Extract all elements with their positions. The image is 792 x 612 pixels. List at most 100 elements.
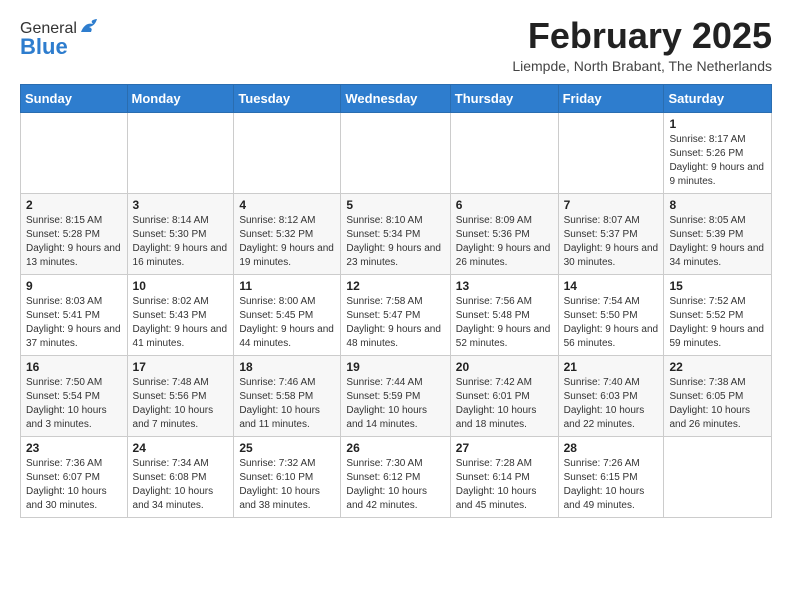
calendar-cell: 7 Sunrise: 8:07 AM Sunset: 5:37 PM Daylig… xyxy=(558,193,664,274)
day-number: 23 xyxy=(26,441,122,455)
calendar-cell: 16 Sunrise: 7:50 AM Sunset: 5:54 PM Dayli… xyxy=(21,355,128,436)
calendar-cell: 18 Sunrise: 7:46 AM Sunset: 5:58 PM Dayli… xyxy=(234,355,341,436)
day-number: 16 xyxy=(26,360,122,374)
day-number: 8 xyxy=(669,198,766,212)
logo-blue-text: Blue xyxy=(20,34,68,60)
calendar-cell: 3 Sunrise: 8:14 AM Sunset: 5:30 PM Daylig… xyxy=(127,193,234,274)
day-header-monday: Monday xyxy=(127,84,234,112)
day-info: Sunrise: 8:05 AM Sunset: 5:39 PM Dayligh… xyxy=(669,214,766,270)
calendar-cell: 17 Sunrise: 7:48 AM Sunset: 5:56 PM Dayli… xyxy=(127,355,234,436)
calendar-cell: 15Sunrise: 7:52 AM Sunset: 5:52 PM Dayli… xyxy=(664,274,772,355)
day-info: Sunrise: 8:15 AM Sunset: 5:28 PM Dayligh… xyxy=(26,214,122,270)
calendar-cell: 11 Sunrise: 8:00 AM Sunset: 5:45 PM Dayli… xyxy=(234,274,341,355)
day-info: Sunrise: 7:42 AM Sunset: 6:01 PM Dayligh… xyxy=(456,376,553,432)
day-info: Sunrise: 7:54 AM Sunset: 5:50 PM Dayligh… xyxy=(564,295,659,351)
day-number: 7 xyxy=(564,198,659,212)
day-number: 4 xyxy=(239,198,335,212)
day-number: 14 xyxy=(564,279,659,293)
page: General Blue February 2025 Liempde, Nort… xyxy=(0,0,792,534)
day-number: 11 xyxy=(239,279,335,293)
day-header-friday: Friday xyxy=(558,84,664,112)
logo: General Blue xyxy=(20,20,101,60)
day-number: 13 xyxy=(456,279,553,293)
day-info: Sunrise: 8:12 AM Sunset: 5:32 PM Dayligh… xyxy=(239,214,335,270)
day-number: 5 xyxy=(346,198,444,212)
day-info: Sunrise: 8:03 AM Sunset: 5:41 PM Dayligh… xyxy=(26,295,122,351)
location: Liempde, North Brabant, The Netherlands xyxy=(512,58,772,74)
day-header-thursday: Thursday xyxy=(450,84,558,112)
calendar-cell: 9 Sunrise: 8:03 AM Sunset: 5:41 PM Daylig… xyxy=(21,274,128,355)
day-info: Sunrise: 8:00 AM Sunset: 5:45 PM Dayligh… xyxy=(239,295,335,351)
calendar-cell: 25 Sunrise: 7:32 AM Sunset: 6:10 PM Dayli… xyxy=(234,436,341,517)
day-number: 28 xyxy=(564,441,659,455)
day-number: 9 xyxy=(26,279,122,293)
day-info: Sunrise: 8:09 AM Sunset: 5:36 PM Dayligh… xyxy=(456,214,553,270)
month-title: February 2025 xyxy=(512,16,772,56)
day-info: Sunrise: 7:48 AM Sunset: 5:56 PM Dayligh… xyxy=(133,376,229,432)
calendar-cell: 10 Sunrise: 8:02 AM Sunset: 5:43 PM Dayli… xyxy=(127,274,234,355)
day-number: 18 xyxy=(239,360,335,374)
day-info: Sunrise: 7:52 AM Sunset: 5:52 PM Dayligh… xyxy=(669,295,766,351)
day-info: Sunrise: 7:44 AM Sunset: 5:59 PM Dayligh… xyxy=(346,376,444,432)
day-number: 6 xyxy=(456,198,553,212)
calendar-cell: 4 Sunrise: 8:12 AM Sunset: 5:32 PM Daylig… xyxy=(234,193,341,274)
day-header-sunday: Sunday xyxy=(21,84,128,112)
calendar-cell xyxy=(450,112,558,193)
day-info: Sunrise: 8:17 AM Sunset: 5:26 PM Dayligh… xyxy=(669,133,766,189)
calendar-cell: 22Sunrise: 7:38 AM Sunset: 6:05 PM Dayli… xyxy=(664,355,772,436)
day-info: Sunrise: 8:02 AM Sunset: 5:43 PM Dayligh… xyxy=(133,295,229,351)
day-info: Sunrise: 7:58 AM Sunset: 5:47 PM Dayligh… xyxy=(346,295,444,351)
day-number: 17 xyxy=(133,360,229,374)
day-number: 24 xyxy=(133,441,229,455)
calendar-cell: 14 Sunrise: 7:54 AM Sunset: 5:50 PM Dayli… xyxy=(558,274,664,355)
day-info: Sunrise: 8:10 AM Sunset: 5:34 PM Dayligh… xyxy=(346,214,444,270)
calendar-week-row: 9 Sunrise: 8:03 AM Sunset: 5:41 PM Daylig… xyxy=(21,274,772,355)
calendar-cell xyxy=(21,112,128,193)
day-number: 19 xyxy=(346,360,444,374)
calendar-cell: 27 Sunrise: 7:28 AM Sunset: 6:14 PM Dayli… xyxy=(450,436,558,517)
day-info: Sunrise: 7:26 AM Sunset: 6:15 PM Dayligh… xyxy=(564,457,659,513)
day-info: Sunrise: 7:50 AM Sunset: 5:54 PM Dayligh… xyxy=(26,376,122,432)
day-info: Sunrise: 7:40 AM Sunset: 6:03 PM Dayligh… xyxy=(564,376,659,432)
calendar-cell: 6 Sunrise: 8:09 AM Sunset: 5:36 PM Daylig… xyxy=(450,193,558,274)
title-section: February 2025 Liempde, North Brabant, Th… xyxy=(512,16,772,74)
calendar-week-row: 2 Sunrise: 8:15 AM Sunset: 5:28 PM Daylig… xyxy=(21,193,772,274)
calendar-week-row: 16 Sunrise: 7:50 AM Sunset: 5:54 PM Dayli… xyxy=(21,355,772,436)
calendar-cell xyxy=(127,112,234,193)
day-number: 20 xyxy=(456,360,553,374)
calendar-cell: 12 Sunrise: 7:58 AM Sunset: 5:47 PM Dayli… xyxy=(341,274,450,355)
day-number: 3 xyxy=(133,198,229,212)
day-number: 1 xyxy=(669,117,766,131)
day-header-wednesday: Wednesday xyxy=(341,84,450,112)
calendar-cell: 5 Sunrise: 8:10 AM Sunset: 5:34 PM Daylig… xyxy=(341,193,450,274)
calendar-cell: 19 Sunrise: 7:44 AM Sunset: 5:59 PM Dayli… xyxy=(341,355,450,436)
day-number: 25 xyxy=(239,441,335,455)
day-info: Sunrise: 7:36 AM Sunset: 6:07 PM Dayligh… xyxy=(26,457,122,513)
day-number: 12 xyxy=(346,279,444,293)
day-info: Sunrise: 7:30 AM Sunset: 6:12 PM Dayligh… xyxy=(346,457,444,513)
calendar-cell: 13 Sunrise: 7:56 AM Sunset: 5:48 PM Dayli… xyxy=(450,274,558,355)
day-info: Sunrise: 7:34 AM Sunset: 6:08 PM Dayligh… xyxy=(133,457,229,513)
day-number: 2 xyxy=(26,198,122,212)
day-number: 27 xyxy=(456,441,553,455)
day-number: 21 xyxy=(564,360,659,374)
calendar-cell: 24 Sunrise: 7:34 AM Sunset: 6:08 PM Dayli… xyxy=(127,436,234,517)
calendar-cell: 26Sunrise: 7:30 AM Sunset: 6:12 PM Dayli… xyxy=(341,436,450,517)
calendar-cell xyxy=(341,112,450,193)
calendar-header-row: SundayMondayTuesdayWednesdayThursdayFrid… xyxy=(21,84,772,112)
day-info: Sunrise: 7:56 AM Sunset: 5:48 PM Dayligh… xyxy=(456,295,553,351)
calendar-cell: 8 Sunrise: 8:05 AM Sunset: 5:39 PM Daylig… xyxy=(664,193,772,274)
logo-bird-icon xyxy=(79,18,101,36)
day-info: Sunrise: 7:28 AM Sunset: 6:14 PM Dayligh… xyxy=(456,457,553,513)
day-info: Sunrise: 8:14 AM Sunset: 5:30 PM Dayligh… xyxy=(133,214,229,270)
calendar-cell: 28 Sunrise: 7:26 AM Sunset: 6:15 PM Dayli… xyxy=(558,436,664,517)
day-info: Sunrise: 7:46 AM Sunset: 5:58 PM Dayligh… xyxy=(239,376,335,432)
calendar-cell xyxy=(664,436,772,517)
calendar-cell: 1 Sunrise: 8:17 AM Sunset: 5:26 PM Daylig… xyxy=(664,112,772,193)
day-number: 10 xyxy=(133,279,229,293)
calendar: SundayMondayTuesdayWednesdayThursdayFrid… xyxy=(20,84,772,518)
calendar-cell xyxy=(234,112,341,193)
calendar-cell: 21 Sunrise: 7:40 AM Sunset: 6:03 PM Dayli… xyxy=(558,355,664,436)
day-info: Sunrise: 8:07 AM Sunset: 5:37 PM Dayligh… xyxy=(564,214,659,270)
day-info: Sunrise: 7:32 AM Sunset: 6:10 PM Dayligh… xyxy=(239,457,335,513)
